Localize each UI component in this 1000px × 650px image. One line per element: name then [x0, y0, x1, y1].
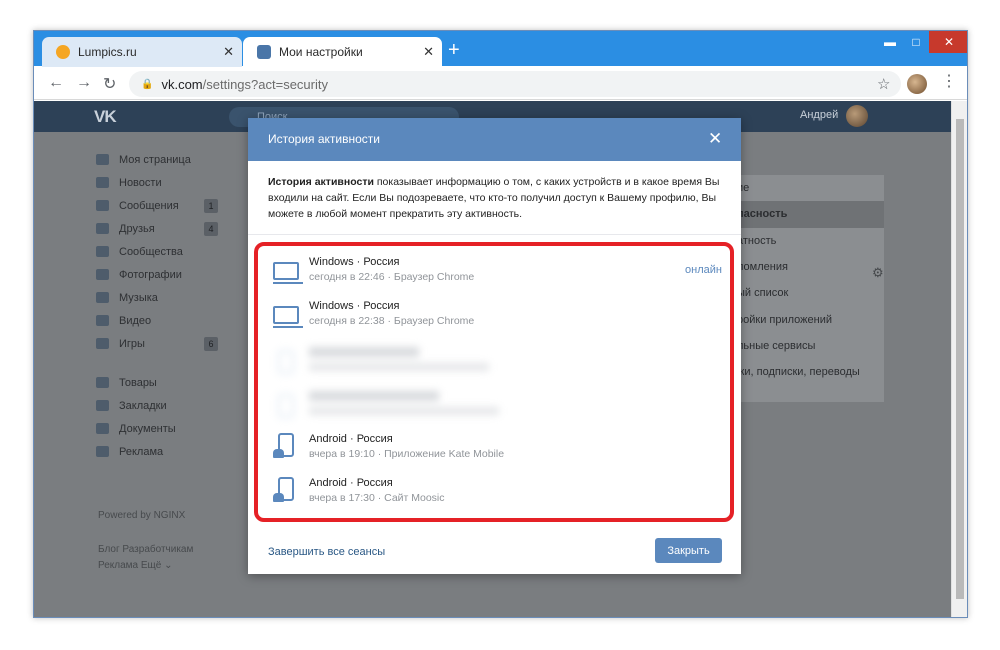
- description-bold: История активности: [268, 176, 374, 188]
- profile-avatar[interactable]: [907, 74, 927, 94]
- settings-menu-item[interactable]: жи, подписки, переводы: [734, 359, 884, 385]
- counter-badge: 1: [204, 199, 218, 213]
- scrollbar-thumb[interactable]: [956, 119, 964, 599]
- menu-item-label: Сообщения: [119, 199, 179, 212]
- browser-window: Lumpics.ru ✕ Мои настройки ✕ + ▬ □ ✕ ← →…: [33, 30, 968, 618]
- counter-badge: 6: [204, 337, 218, 351]
- menu-item-label: Товары: [119, 376, 157, 389]
- settings-menu-item[interactable]: ый список: [734, 280, 884, 306]
- video-icon: [96, 315, 109, 326]
- settings-menu-item[interactable]: ломления: [734, 254, 884, 280]
- browser-titlebar: Lumpics.ru ✕ Мои настройки ✕ + ▬ □ ✕: [34, 31, 967, 67]
- tab-vk-settings-label: Мои настройки: [279, 45, 363, 59]
- end-all-sessions-link[interactable]: Завершить все сеансы: [268, 546, 385, 558]
- divider: [248, 234, 741, 235]
- back-icon[interactable]: ←: [48, 74, 64, 92]
- menu-item-bookmarks[interactable]: Закладки: [96, 394, 226, 417]
- menu-item-news[interactable]: Новости: [96, 171, 226, 194]
- news-icon: [96, 177, 109, 188]
- music-icon: [96, 292, 109, 303]
- footer-links: Блог Разработчикам Реклама Ещё ⌄: [98, 542, 193, 574]
- activity-history-modal: История активности ✕ История активности …: [248, 118, 741, 574]
- menu-gap: [96, 355, 226, 371]
- settings-menu-item[interactable]: атность: [734, 228, 884, 254]
- close-button[interactable]: Закрыть: [655, 538, 722, 563]
- document-icon: [96, 423, 109, 434]
- menu-item-label: Сообщества: [119, 245, 183, 258]
- address-bar[interactable]: 🔒 vk.com /settings?act=security: [129, 71, 901, 97]
- close-icon[interactable]: ✕: [708, 129, 722, 149]
- bookmark-star-icon[interactable]: ☆: [877, 75, 890, 93]
- page-scrollbar[interactable]: [951, 101, 967, 617]
- communities-icon: [96, 246, 109, 257]
- camera-icon: [96, 269, 109, 280]
- modal-title: История активности: [268, 132, 381, 146]
- menu-item-label: Видео: [119, 314, 152, 327]
- shopping-bag-icon: [96, 377, 109, 388]
- menu-item-label: Музыка: [119, 291, 158, 304]
- counter-badge: 4: [204, 222, 218, 236]
- messages-icon: [96, 200, 109, 211]
- menu-item-label: Игры: [119, 337, 145, 350]
- menu-item-games[interactable]: Игры 6: [96, 332, 226, 355]
- minimize-button[interactable]: ▬: [877, 31, 903, 53]
- menu-item-video[interactable]: Видео: [96, 309, 226, 332]
- vk-left-menu: Моя страница Новости Сообщения 1 Друзья 4 …: [96, 148, 226, 463]
- menu-item-label: Новости: [119, 176, 162, 189]
- menu-item-photos[interactable]: Фотографии: [96, 263, 226, 286]
- browser-toolbar: ← → ↻ 🔒 vk.com /settings?act=security ☆ …: [34, 67, 967, 100]
- footer-line[interactable]: Блог Разработчикам: [98, 542, 193, 558]
- menu-item-label: Моя страница: [119, 153, 191, 166]
- settings-menu-item[interactable]: льные сервисы: [734, 333, 884, 359]
- highlight-frame: [254, 242, 734, 522]
- menu-item-goods[interactable]: Товары: [96, 371, 226, 394]
- browser-menu-icon[interactable]: ⋮: [941, 73, 957, 91]
- menu-item-label: Фотографии: [119, 268, 182, 281]
- new-tab-button[interactable]: +: [448, 40, 460, 60]
- menu-item-label: Реклама: [119, 445, 164, 458]
- settings-menu-item[interactable]: ие: [734, 175, 884, 201]
- tab-lumpics-label: Lumpics.ru: [78, 45, 137, 59]
- star-icon: [96, 400, 109, 411]
- vk-logo[interactable]: VK: [94, 107, 117, 127]
- menu-item-ads[interactable]: Реклама: [96, 440, 226, 463]
- friends-icon: [96, 223, 109, 234]
- tab-close-icon[interactable]: ✕: [423, 44, 434, 60]
- menu-item-label: Документы: [119, 422, 176, 435]
- reload-icon[interactable]: ↻: [103, 74, 116, 94]
- menu-item-my-page[interactable]: Моя страница: [96, 148, 226, 171]
- settings-menu-item-security[interactable]: пасность: [734, 201, 884, 228]
- menu-item-communities[interactable]: Сообщества: [96, 240, 226, 263]
- menu-item-documents[interactable]: Документы: [96, 417, 226, 440]
- vk-user-name[interactable]: Андрей: [800, 109, 838, 121]
- gamepad-icon: [96, 338, 109, 349]
- home-icon: [96, 154, 109, 165]
- menu-item-label: Закладки: [119, 399, 167, 412]
- footer-line[interactable]: Реклама Ещё ⌄: [98, 558, 193, 574]
- lock-icon: 🔒: [141, 78, 154, 90]
- menu-item-messages[interactable]: Сообщения 1: [96, 194, 226, 217]
- menu-item-friends[interactable]: Друзья 4: [96, 217, 226, 240]
- menu-item-music[interactable]: Музыка: [96, 286, 226, 309]
- tab-lumpics[interactable]: Lumpics.ru ✕: [42, 37, 242, 67]
- address-host: vk.com: [161, 76, 203, 92]
- maximize-button[interactable]: □: [903, 31, 929, 53]
- close-window-button[interactable]: ✕: [929, 31, 967, 53]
- settings-right-menu: ие пасность атность ломления ый список р…: [734, 175, 884, 402]
- settings-menu-item[interactable]: ройки приложений: [734, 306, 884, 332]
- address-path: /settings?act=security: [202, 76, 328, 92]
- menu-item-label: Друзья: [119, 222, 155, 235]
- modal-description: История активности показывает информацию…: [268, 174, 728, 222]
- vk-favicon-icon: [257, 45, 271, 59]
- forward-icon[interactable]: →: [76, 74, 92, 92]
- powered-by-text: Powered by NGINX: [98, 510, 186, 521]
- vk-avatar[interactable]: [846, 105, 868, 127]
- tab-close-icon[interactable]: ✕: [223, 44, 234, 60]
- gear-icon[interactable]: ⚙: [872, 265, 884, 281]
- tab-vk-settings[interactable]: Мои настройки ✕: [243, 37, 442, 67]
- modal-header: История активности ✕: [248, 118, 741, 161]
- lumpics-favicon-icon: [56, 45, 70, 59]
- megaphone-icon: [96, 446, 109, 457]
